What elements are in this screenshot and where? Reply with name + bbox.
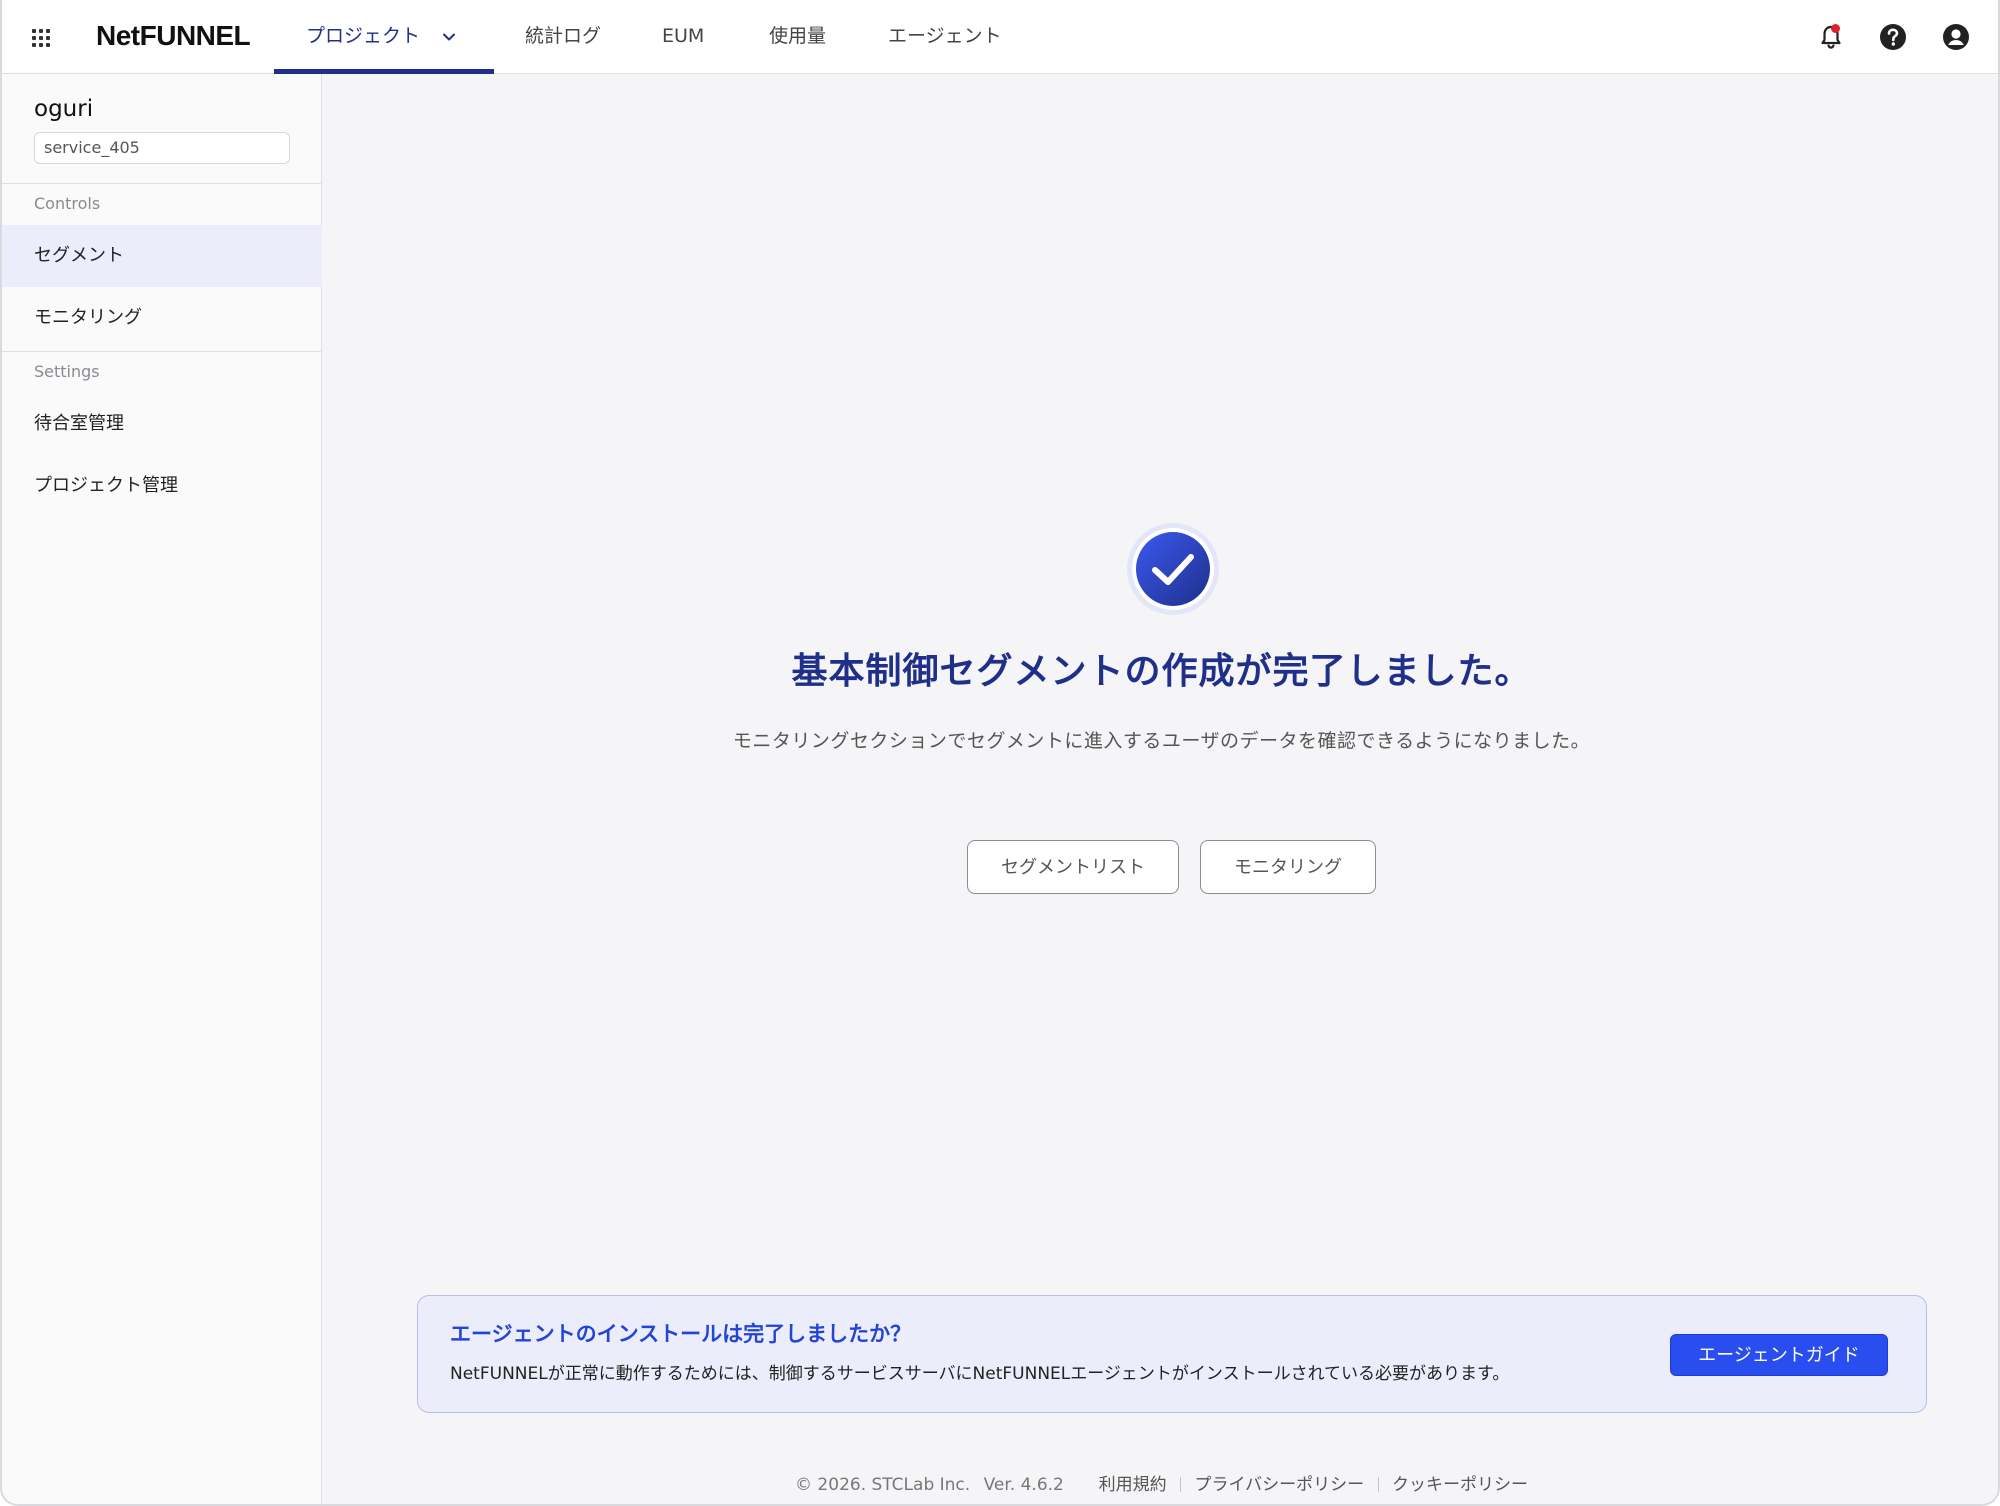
nav-tab-stats-log[interactable]: 統計ログ: [525, 0, 601, 74]
success-description: モニタリングセクションでセグメントに進入するユーザのデータを確認できるようになり…: [732, 730, 1591, 752]
section-title-settings: Settings: [34, 362, 100, 381]
monitoring-button[interactable]: モニタリング: [1200, 840, 1376, 894]
nav-tab-project[interactable]: プロジェクト: [274, 0, 494, 74]
banner-description: NetFUNNELが正常に動作するためには、制御するサービスサーバにNetFUN…: [450, 1364, 1510, 1384]
sidebar-item-monitoring[interactable]: モニタリング: [2, 287, 322, 349]
success-title: 基本制御セグメントの作成が完了しました。: [791, 651, 1532, 692]
sidebar: oguri service_405 Controls セグメント モニタリング …: [2, 74, 322, 1504]
success-check-icon: [1127, 523, 1219, 615]
footer-link-terms[interactable]: 利用規約: [1099, 1475, 1167, 1495]
sidebar-item-project-management[interactable]: プロジェクト管理: [2, 455, 322, 517]
section-title-controls: Controls: [34, 194, 101, 213]
sidebar-item-waiting-room[interactable]: 待合室管理: [2, 393, 322, 455]
main-content: 基本制御セグメントの作成が完了しました。 モニタリングセクションでセグメントに進…: [323, 75, 1998, 1504]
help-icon[interactable]: [1878, 22, 1908, 52]
nav-tab-agent[interactable]: エージェント: [888, 0, 1002, 74]
banner-title: エージェントのインストールは完了しましたか？: [450, 1322, 912, 1346]
footer-version: Ver. 4.6.2: [983, 1475, 1064, 1495]
nav-tab-usage[interactable]: 使用量: [769, 0, 826, 74]
account-icon[interactable]: [1941, 22, 1971, 52]
footer: © 2026. STCLab Inc. Ver. 4.6.2 利用規約 プライバ…: [323, 1470, 1998, 1495]
footer-copyright: © 2026. STCLab Inc.: [795, 1475, 971, 1495]
project-name: oguri: [34, 96, 94, 122]
service-id-badge[interactable]: service_405: [34, 132, 290, 164]
sidebar-divider: [2, 351, 322, 352]
apps-grid-icon[interactable]: [32, 29, 50, 47]
sidebar-divider: [2, 183, 322, 184]
segment-list-button[interactable]: セグメントリスト: [967, 840, 1179, 894]
nav-tab-eum[interactable]: EUM: [662, 0, 704, 74]
sidebar-item-segment[interactable]: セグメント: [2, 225, 322, 287]
notification-badge: [1831, 24, 1840, 33]
app-window: NetFUNNEL プロジェクト 統計ログ EUM 使用量 エージェント ogu…: [0, 0, 2000, 1506]
chevron-down-icon[interactable]: [442, 30, 456, 44]
top-header: NetFUNNEL プロジェクト 統計ログ EUM 使用量 エージェント: [2, 0, 1998, 74]
agent-guide-button[interactable]: エージェントガイド: [1670, 1334, 1888, 1376]
footer-link-privacy[interactable]: プライバシーポリシー: [1194, 1475, 1364, 1495]
netfunnel-logo[interactable]: NetFUNNEL: [96, 20, 251, 52]
footer-link-cookie[interactable]: クッキーポリシー: [1392, 1475, 1528, 1495]
agent-install-banner: エージェントのインストールは完了しましたか？ NetFUNNELが正常に動作する…: [417, 1295, 1927, 1413]
nav-tab-project-label: プロジェクト: [306, 25, 421, 47]
